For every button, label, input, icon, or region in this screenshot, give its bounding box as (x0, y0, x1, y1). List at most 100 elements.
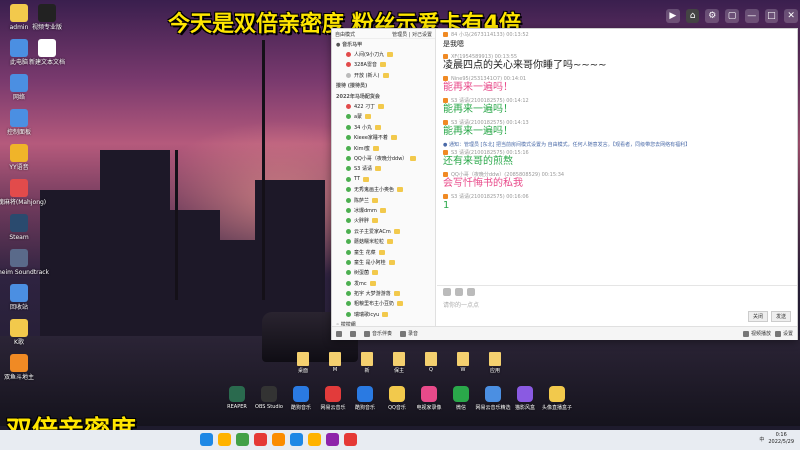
badge-icon (378, 104, 385, 110)
desktop-icon-label: 新建文本文档 (29, 59, 66, 66)
member-row[interactable]: 发mc (332, 278, 435, 288)
record-button[interactable]: 录音 (400, 330, 418, 337)
desktop-app-icon[interactable]: REAPER (220, 386, 254, 410)
taskbar-app-icon[interactable] (308, 433, 321, 446)
member-row[interactable]: 童生 花菜 (332, 247, 435, 257)
emoji-icon[interactable] (443, 288, 451, 296)
member-row[interactable]: 人间(9小刀九 (332, 49, 435, 59)
desktop-app-icon[interactable]: 微信 (444, 386, 478, 411)
member-row[interactable]: 冰爆dmm (332, 205, 435, 215)
desktop-folder[interactable]: Q (418, 352, 444, 373)
desktop-app-icon[interactable]: QQ音乐 (380, 386, 414, 411)
member-row[interactable]: 树蛋菌 (332, 268, 435, 278)
desktop-icon[interactable]: Steam (2, 214, 36, 241)
desktop-icon[interactable]: K歌 (2, 319, 36, 346)
desktop-folder[interactable]: 桌面 (290, 352, 316, 374)
desktop-app-icon[interactable]: OBS Studio (252, 386, 286, 410)
window-control-button[interactable]: — (744, 9, 759, 23)
member-row[interactable]: S3 请请 (332, 164, 435, 174)
desktop-icon[interactable]: 双鱼斗地主 (2, 354, 36, 381)
member-row[interactable]: 422 刁丁 (332, 101, 435, 111)
desktop-app-icon[interactable]: 酷狗音乐 (348, 386, 382, 411)
taskbar-app-icon[interactable] (200, 433, 213, 446)
desktop-folder[interactable]: W (450, 352, 476, 373)
window-control-button[interactable]: ✕ (784, 9, 798, 23)
desktop-folder[interactable]: 应用 (482, 352, 508, 374)
desktop-icon[interactable]: 视频专业版 (30, 4, 64, 31)
badge-icon (365, 114, 372, 120)
speaker-toggle[interactable] (350, 330, 356, 337)
window-control-button[interactable]: ▶ (665, 9, 680, 23)
member-row[interactable]: 云子主爱家ACm (332, 226, 435, 236)
settings-button[interactable]: 设置 (774, 330, 793, 337)
send-button[interactable]: 发送 (770, 311, 791, 322)
close-button[interactable]: 关闭 (747, 311, 768, 322)
desktop-app-icon[interactable]: 电视家录像 (412, 386, 446, 411)
font-icon[interactable] (455, 288, 463, 296)
input-method-indicator[interactable]: 中 (759, 436, 764, 443)
window-control-button[interactable]: ▢ (725, 9, 739, 23)
member-group-row[interactable]: 2022年马场配货会 (332, 91, 435, 101)
desktop-folder[interactable]: 新 (354, 352, 380, 374)
member-name: 接待 (接待员) (336, 83, 368, 90)
video-play-button[interactable]: 视频播放 (742, 330, 771, 337)
clock[interactable]: 0:16 2022/5/29 (768, 432, 794, 446)
taskbar-app-icon[interactable] (254, 433, 267, 446)
image-icon[interactable] (467, 288, 475, 296)
member-row[interactable]: 火胖胖 (332, 216, 435, 226)
message-input[interactable]: 请你的一点点 (437, 298, 797, 311)
member-name: 开放 (新人) (354, 72, 380, 79)
window-title-controls: ▶ ⌂ ⚙ ▢ — □ ✕ (665, 6, 798, 26)
status-dot-icon (346, 166, 351, 172)
mic-toggle[interactable] (336, 330, 342, 337)
app-label: 电视家录像 (416, 405, 442, 411)
taskbar-app-icon[interactable] (218, 433, 231, 446)
taskbar-app-icon[interactable] (344, 433, 357, 446)
desktop-app-icon[interactable]: 网易云音乐 (316, 386, 350, 411)
window-control-button[interactable]: □ (764, 9, 779, 23)
taskbar-app-icon[interactable] (272, 433, 285, 446)
member-row[interactable]: 34 小丸 (332, 122, 435, 132)
desktop-icon[interactable]: 网络 (2, 74, 36, 101)
taskbar-app-icon[interactable] (326, 433, 339, 446)
app-icon (485, 386, 501, 402)
member-row[interactable]: 328A雷音 (332, 60, 435, 70)
desktop-icon[interactable]: 雀魂麻将(Mahjong) (0, 179, 46, 206)
desktop-icon[interactable]: Valheim Soundtrack (0, 249, 49, 276)
desktop-app-icon[interactable]: 猫影风盒 (508, 386, 542, 411)
music-accompaniment-button[interactable]: 音乐伴奏 (364, 330, 392, 337)
member-row[interactable]: 无秀鬼画主小奥色 (332, 184, 435, 194)
room-mode-label[interactable]: 自由模式 (335, 31, 355, 38)
member-group-row[interactable]: 接待 (接待员) (332, 81, 435, 91)
taskbar-app-icon[interactable] (236, 433, 249, 446)
admin-settings-label[interactable]: 管理员 | 对己设置 (392, 31, 432, 38)
desktop-folder[interactable]: M (322, 352, 348, 373)
badge-icon (372, 145, 379, 151)
member-row[interactable]: 拓宇 大梦游游落 (332, 288, 435, 298)
member-row[interactable]: 粗粮里布主小豆奶 (332, 299, 435, 309)
desktop-app-icon[interactable]: 头像直播盒子 (540, 386, 574, 411)
member-name: 粗粮里布主小豆奶 (354, 301, 395, 308)
desktop-icon[interactable]: 新建文本文档 (29, 39, 66, 66)
member-group-row[interactable]: ● 音乐马甲 (332, 39, 435, 49)
member-row[interactable]: 童生 是小阿桂 (332, 257, 435, 267)
desktop-folder[interactable]: 保主 (386, 352, 412, 374)
member-row[interactable]: 开放 (新人) (332, 70, 435, 80)
desktop-app-icon[interactable]: 网易云音乐精选 (476, 386, 511, 411)
member-row[interactable]: 陈萨兰 (332, 195, 435, 205)
member-row[interactable]: 蘑菇糯米粒粒 (332, 236, 435, 246)
member-row[interactable]: a蒙 (332, 112, 435, 122)
member-row[interactable]: Kimi蜜 (332, 143, 435, 153)
desktop-icon[interactable]: 控制面板 (2, 109, 36, 136)
member-row[interactable]: 瑞瑞歌icyu (332, 309, 435, 319)
chat-message-text: 1 (443, 200, 450, 211)
member-row[interactable]: Kieee家睡不着 (332, 133, 435, 143)
window-control-button[interactable]: ⚙ (705, 9, 720, 23)
taskbar-app-icon[interactable] (290, 433, 303, 446)
desktop-icon[interactable]: 回收站 (2, 284, 36, 311)
member-row[interactable]: TT (332, 174, 435, 184)
desktop-icon[interactable]: YY语音 (2, 144, 36, 171)
window-control-button[interactable]: ⌂ (685, 9, 700, 23)
member-row[interactable]: QQ小哥（夜晚分ddw） (332, 153, 435, 163)
desktop-app-icon[interactable]: 酷狗音乐 (284, 386, 318, 411)
